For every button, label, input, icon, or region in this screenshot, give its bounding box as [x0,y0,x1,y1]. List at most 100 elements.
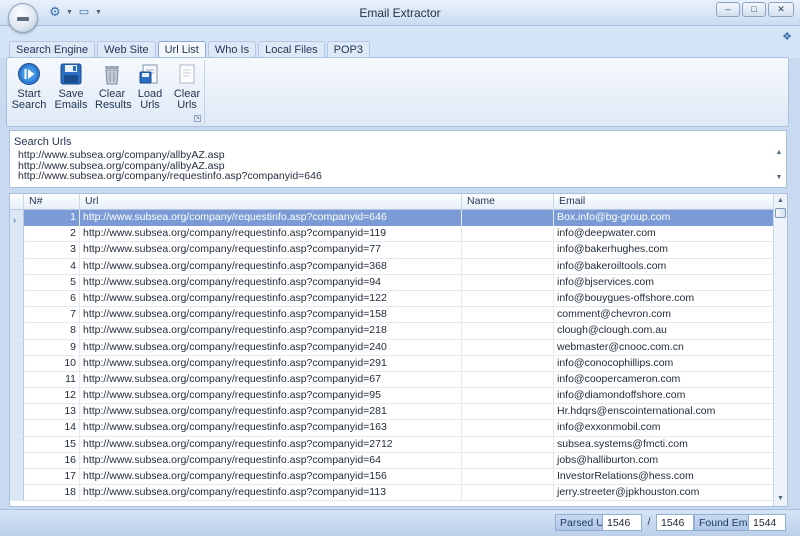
cell-name [462,226,554,243]
scroll-up-icon[interactable]: ▲ [774,195,787,207]
cell-email: jobs@halliburton.com [554,452,774,469]
tab-local-files[interactable]: Local Files [258,41,325,58]
grid-header: N# Url Name Email [10,194,774,210]
table-row[interactable]: 7 http://www.subsea.org/company/requestin… [10,307,774,324]
close-button[interactable]: ✕ [768,2,794,17]
tab-url-list[interactable]: Url List [157,41,206,58]
cell-name [462,258,554,275]
scroll-thumb[interactable] [775,208,786,218]
scroll-up-icon[interactable]: ▲ [774,149,784,156]
cell-name [462,307,554,324]
clear-urls-button[interactable]: Clear Urls [171,62,203,111]
cell-email: InvestorRelations@hess.com [554,469,774,485]
cell-name [462,210,554,226]
cell-url: http://www.subsea.org/company/requestinf… [80,242,462,259]
tab-web-site[interactable]: Web Site [97,41,156,58]
load-urls-label: Load Urls [137,88,163,111]
table-row[interactable]: 3 http://www.subsea.org/company/requestin… [10,242,774,259]
cell-url: http://www.subsea.org/company/requestinf… [80,323,462,340]
start-search-button[interactable]: Start Search [11,62,47,111]
table-row[interactable]: 17 http://www.subsea.org/company/requesti… [10,469,774,486]
cell-email: info@coopercameron.com [554,371,774,388]
load-urls-button[interactable]: Load Urls [129,62,171,111]
tab-search-engine[interactable]: Search Engine [9,41,96,58]
search-urls-scrollbar[interactable]: ▲ ▼ [774,149,784,185]
cell-url: http://www.subsea.org/company/requestinf… [80,274,462,291]
row-indicator[interactable] [10,226,24,243]
current-row-arrow-icon: › [13,215,16,225]
row-indicator[interactable] [10,274,24,291]
table-row[interactable]: 5 http://www.subsea.org/company/requestin… [10,274,774,291]
row-indicator[interactable] [10,420,24,437]
row-indicator[interactable] [10,388,24,405]
group-launcher-icon[interactable]: ↘ [194,115,201,122]
clear-urls-icon [175,62,199,86]
clear-results-button[interactable]: Clear Results [95,62,132,111]
table-row[interactable]: 10 http://www.subsea.org/company/requesti… [10,355,774,372]
table-row[interactable]: 2 http://www.subsea.org/company/requestin… [10,226,774,243]
scroll-down-icon[interactable]: ▼ [774,174,784,181]
ribbon-panel: Start Search Save Emails Clear Results L… [6,57,789,127]
cell-email: Box.info@bg-group.com [554,210,774,226]
tab-who-is[interactable]: Who Is [207,41,257,58]
row-indicator[interactable] [10,469,24,485]
row-indicator[interactable] [10,371,24,388]
column-header-email[interactable]: Email [554,194,774,210]
row-indicator[interactable] [10,339,24,356]
save-emails-button[interactable]: Save Emails [47,62,95,111]
cell-email: info@deepwater.com [554,226,774,243]
cell-number: 10 [24,355,80,372]
row-indicator[interactable] [10,404,24,421]
cell-number: 2 [24,226,80,243]
row-indicator[interactable] [10,242,24,259]
row-indicator[interactable] [10,452,24,469]
cell-number: 1 [24,210,80,226]
search-urls-textarea[interactable]: http://www.subsea.org/company/allbyAZ.as… [18,150,770,182]
row-indicator[interactable] [10,485,24,502]
tab-pop3[interactable]: POP3 [326,41,371,58]
row-indicator[interactable] [10,290,24,307]
start-search-label-2: Search [11,99,47,111]
row-indicator[interactable] [10,307,24,324]
cell-number: 16 [24,452,80,469]
column-header-number[interactable]: N# [24,194,80,210]
clear-urls-label-2: Urls [177,99,197,111]
row-indicator[interactable] [10,355,24,372]
cell-number: 13 [24,404,80,421]
column-header-url[interactable]: Url [80,194,462,210]
cell-email: jerry.streeter@jpkhouston.com [554,485,774,502]
table-row[interactable]: 8 http://www.subsea.org/company/requestin… [10,323,774,340]
row-indicator[interactable] [10,258,24,275]
floppy-disk-icon [59,62,83,86]
table-row[interactable]: 12 http://www.subsea.org/company/requesti… [10,388,774,405]
column-header-name[interactable]: Name [462,194,554,210]
row-indicator[interactable] [10,436,24,453]
table-row[interactable]: 13 http://www.subsea.org/company/requesti… [10,404,774,421]
table-row[interactable]: 14 http://www.subsea.org/company/requesti… [10,420,774,437]
row-indicator[interactable]: › [10,210,24,226]
cell-name [462,452,554,469]
table-row[interactable]: 15 http://www.subsea.org/company/requesti… [10,436,774,453]
search-urls-panel: Search Urls http://www.subsea.org/compan… [9,130,787,188]
table-row[interactable]: › 1 http://www.subsea.org/company/requesti… [10,210,774,227]
cell-number: 5 [24,274,80,291]
grid-scrollbar[interactable]: ▲ ▼ [773,194,787,506]
load-urls-icon [138,62,162,86]
cell-url: http://www.subsea.org/company/requestinf… [80,258,462,275]
minimize-button[interactable]: – [716,2,740,17]
status-bar: Parsed Urls 1546 / 1546 Found Emails 154… [0,509,800,536]
scroll-down-icon[interactable]: ▼ [774,493,787,505]
row-indicator[interactable] [10,323,24,340]
help-icon[interactable]: ❖ [782,30,792,43]
table-row[interactable]: 9 http://www.subsea.org/company/requestin… [10,339,774,356]
cell-url: http://www.subsea.org/company/requestinf… [80,469,462,485]
table-row[interactable]: 18 http://www.subsea.org/company/requesti… [10,485,774,502]
cell-email: info@conocophillips.com [554,355,774,372]
cell-name [462,469,554,485]
table-row[interactable]: 4 http://www.subsea.org/company/requestin… [10,258,774,275]
table-row[interactable]: 16 http://www.subsea.org/company/requesti… [10,452,774,469]
application-menu-button[interactable] [8,3,38,33]
maximize-button[interactable]: □ [742,2,766,17]
table-row[interactable]: 6 http://www.subsea.org/company/requestin… [10,290,774,308]
table-row[interactable]: 11 http://www.subsea.org/company/requesti… [10,371,774,389]
